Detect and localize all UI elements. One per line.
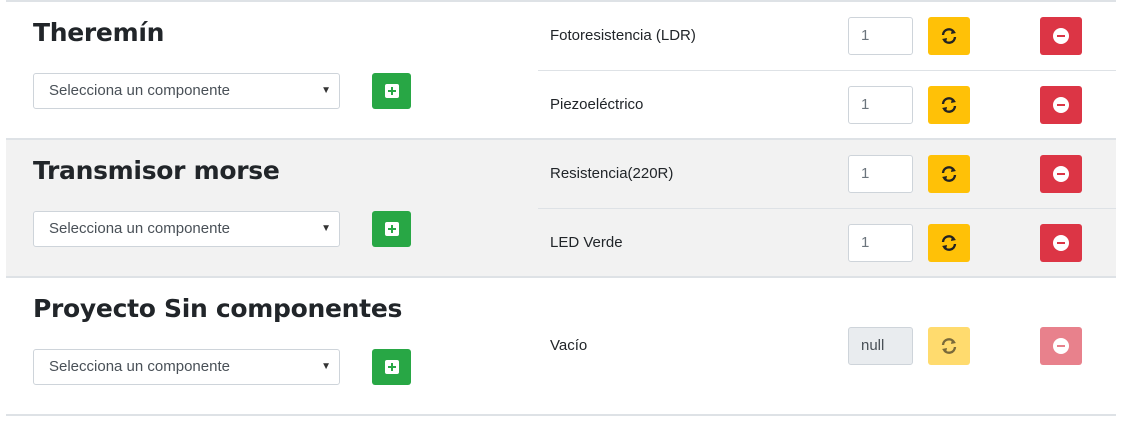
plus-square-icon — [384, 84, 399, 98]
component-row: Vacío null — [538, 278, 1116, 414]
sync-icon — [941, 97, 957, 113]
sync-icon — [941, 338, 957, 354]
component-row: LED Verde 1 — [538, 208, 1116, 277]
component-select[interactable]: Selecciona un componente ▼ — [33, 211, 340, 247]
component-name: LED Verde — [550, 234, 623, 251]
component-name: Fotoresistencia (LDR) — [550, 27, 696, 44]
projects-table: Theremín Selecciona un componente ▼ Foto… — [6, 0, 1116, 416]
minus-circle-icon — [1053, 235, 1069, 251]
sync-icon — [941, 166, 957, 182]
update-quantity-button[interactable] — [928, 17, 970, 55]
plus-square-icon — [384, 222, 399, 236]
update-quantity-button[interactable] — [928, 224, 970, 262]
caret-down-icon: ▼ — [321, 361, 331, 372]
project-title: Theremín — [33, 18, 165, 47]
project-header: Transmisor morse Selecciona un component… — [6, 140, 538, 276]
quantity-input[interactable]: 1 — [848, 224, 913, 262]
update-quantity-button[interactable] — [928, 86, 970, 124]
quantity-input[interactable]: 1 — [848, 155, 913, 193]
add-component-button[interactable] — [372, 349, 411, 385]
component-list: Fotoresistencia (LDR) 1 Piezoeléctrico 1 — [538, 2, 1116, 138]
component-select[interactable]: Selecciona un componente ▼ — [33, 349, 340, 385]
update-quantity-button[interactable] — [928, 155, 970, 193]
sync-icon — [941, 235, 957, 251]
component-name: Piezoeléctrico — [550, 96, 644, 113]
add-component-button[interactable] — [372, 73, 411, 109]
project-header: Proyecto Sin componentes Selecciona un c… — [6, 278, 538, 414]
remove-component-button[interactable] — [1040, 155, 1082, 193]
caret-down-icon: ▼ — [321, 223, 331, 234]
component-list: Resistencia(220R) 1 LED Verde 1 — [538, 140, 1116, 276]
quantity-input[interactable]: 1 — [848, 17, 913, 55]
remove-component-button[interactable] — [1040, 327, 1082, 365]
minus-circle-icon — [1053, 166, 1069, 182]
component-row: Piezoeléctrico 1 — [538, 70, 1116, 139]
component-list: Vacío null — [538, 278, 1116, 414]
remove-component-button[interactable] — [1040, 17, 1082, 55]
project-header: Theremín Selecciona un componente ▼ — [6, 2, 538, 138]
select-placeholder: Selecciona un componente — [49, 82, 230, 99]
project-row: Proyecto Sin componentes Selecciona un c… — [6, 276, 1116, 416]
component-select[interactable]: Selecciona un componente ▼ — [33, 73, 340, 109]
component-row: Resistencia(220R) 1 — [538, 140, 1116, 208]
quantity-input[interactable]: null — [848, 327, 913, 365]
update-quantity-button[interactable] — [928, 327, 970, 365]
minus-circle-icon — [1053, 338, 1069, 354]
component-row: Fotoresistencia (LDR) 1 — [538, 2, 1116, 70]
select-placeholder: Selecciona un componente — [49, 358, 230, 375]
project-title: Transmisor morse — [33, 156, 280, 185]
caret-down-icon: ▼ — [321, 85, 331, 96]
component-name: Vacío — [550, 337, 588, 354]
project-row: Theremín Selecciona un componente ▼ Foto… — [6, 0, 1116, 138]
project-row: Transmisor morse Selecciona un component… — [6, 138, 1116, 276]
sync-icon — [941, 28, 957, 44]
component-name: Resistencia(220R) — [550, 165, 674, 182]
quantity-input[interactable]: 1 — [848, 86, 913, 124]
select-placeholder: Selecciona un componente — [49, 220, 230, 237]
project-title: Proyecto Sin componentes — [33, 294, 403, 323]
remove-component-button[interactable] — [1040, 86, 1082, 124]
remove-component-button[interactable] — [1040, 224, 1082, 262]
plus-square-icon — [384, 360, 399, 374]
minus-circle-icon — [1053, 28, 1069, 44]
add-component-button[interactable] — [372, 211, 411, 247]
minus-circle-icon — [1053, 97, 1069, 113]
